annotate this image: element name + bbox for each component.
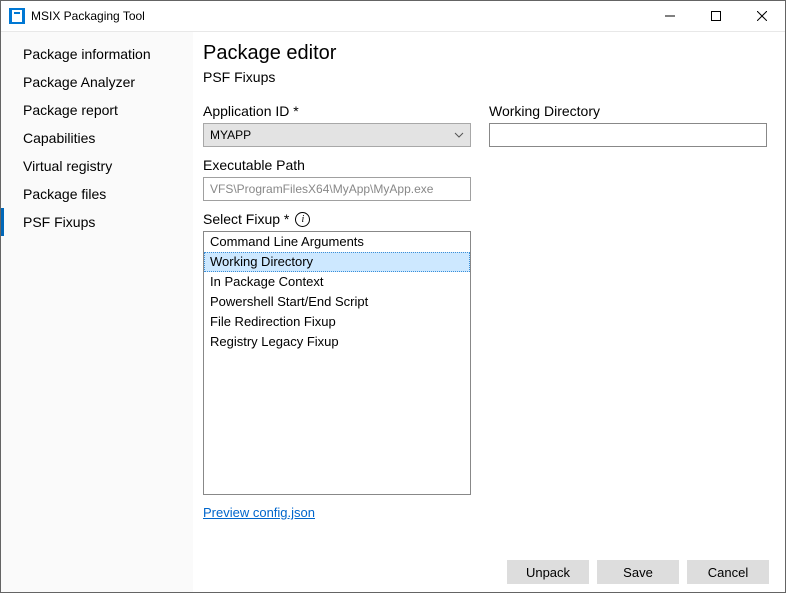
appid-label: Application ID * xyxy=(203,103,471,119)
fixup-option-registry-legacy[interactable]: Registry Legacy Fixup xyxy=(204,332,470,352)
appid-select[interactable]: MYAPP xyxy=(203,123,471,147)
working-dir-label: Working Directory xyxy=(489,103,767,119)
sidebar-item-package-files[interactable]: Package files xyxy=(1,180,193,208)
cancel-button[interactable]: Cancel xyxy=(687,560,769,584)
fixup-option-in-package-context[interactable]: In Package Context xyxy=(204,272,470,292)
sidebar-item-psf-fixups[interactable]: PSF Fixups xyxy=(1,208,193,236)
minimize-button[interactable] xyxy=(647,1,693,31)
fixup-label: Select Fixup * i xyxy=(203,211,471,227)
chevron-down-icon xyxy=(454,129,464,143)
sidebar-item-package-report[interactable]: Package report xyxy=(1,96,193,124)
sidebar: Package information Package Analyzer Pac… xyxy=(1,32,193,592)
exec-input[interactable]: VFS\ProgramFilesX64\MyApp\MyApp.exe xyxy=(203,177,471,201)
sidebar-item-virtual-registry[interactable]: Virtual registry xyxy=(1,152,193,180)
app-icon xyxy=(9,8,25,24)
fixup-option-file-redirection[interactable]: File Redirection Fixup xyxy=(204,312,470,332)
page-title: Package editor xyxy=(203,42,785,65)
maximize-button[interactable] xyxy=(693,1,739,31)
appid-value: MYAPP xyxy=(210,128,251,142)
fixup-listbox[interactable]: Command Line Arguments Working Directory… xyxy=(203,231,471,495)
exec-value: VFS\ProgramFilesX64\MyApp\MyApp.exe xyxy=(210,182,433,196)
sidebar-item-capabilities[interactable]: Capabilities xyxy=(1,124,193,152)
working-dir-input[interactable] xyxy=(489,123,767,147)
fixup-option-powershell-script[interactable]: Powershell Start/End Script xyxy=(204,292,470,312)
save-button[interactable]: Save xyxy=(597,560,679,584)
exec-label: Executable Path xyxy=(203,157,471,173)
window-title: MSIX Packaging Tool xyxy=(31,9,145,23)
sidebar-item-package-analyzer[interactable]: Package Analyzer xyxy=(1,68,193,96)
fixup-option-working-directory[interactable]: Working Directory xyxy=(204,252,470,272)
info-icon[interactable]: i xyxy=(295,212,310,227)
preview-config-link[interactable]: Preview config.json xyxy=(203,505,471,520)
sidebar-item-package-information[interactable]: Package information xyxy=(1,40,193,68)
page-subtitle: PSF Fixups xyxy=(203,69,785,85)
footer: Unpack Save Cancel xyxy=(203,552,785,592)
unpack-button[interactable]: Unpack xyxy=(507,560,589,584)
titlebar: MSIX Packaging Tool xyxy=(1,1,785,32)
fixup-option-command-line-arguments[interactable]: Command Line Arguments xyxy=(204,232,470,252)
close-button[interactable] xyxy=(739,1,785,31)
